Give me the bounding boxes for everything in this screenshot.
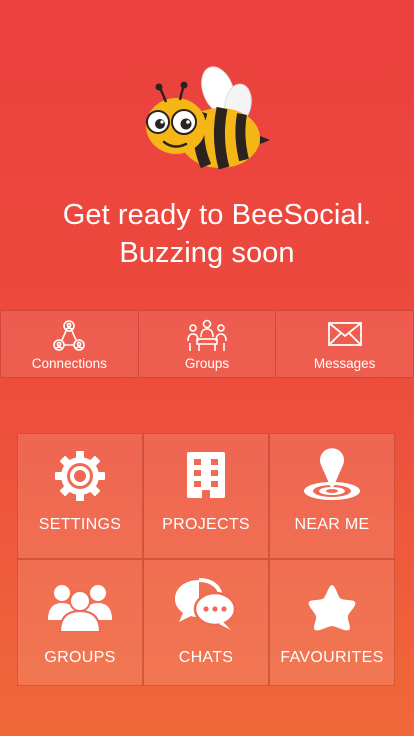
location-pin-icon: [304, 448, 360, 500]
near-me-tile[interactable]: NEAR ME: [269, 433, 395, 559]
headline-line-2: Buzzing soon: [119, 237, 295, 269]
groups-button[interactable]: Groups: [138, 310, 277, 378]
favourites-label: FAVOURITES: [280, 649, 384, 666]
connections-icon: [53, 320, 86, 351]
settings-label: SETTINGS: [38, 516, 122, 533]
groups-tile[interactable]: GROUPS: [17, 559, 143, 686]
headline: Get ready to BeeSocial. Buzzing soon: [0, 196, 414, 272]
groups-label: Groups: [184, 356, 230, 371]
main-menu-grid: SETTINGS PROJECTS NEAR ME GROUPS CHATS F…: [17, 433, 395, 686]
gear-icon: [55, 451, 105, 501]
projects-label: PROJECTS: [162, 516, 250, 533]
messages-label: Messages: [313, 356, 376, 371]
connections-label: Connections: [31, 356, 107, 371]
favourites-tile[interactable]: FAVOURITES: [269, 559, 395, 686]
chat-bubbles-icon: [175, 578, 237, 630]
top-nav-bar: Connections Groups Messages: [0, 310, 414, 378]
groups-icon: [187, 319, 227, 351]
groups-tile-label: GROUPS: [44, 649, 116, 666]
near-me-label: NEAR ME: [294, 516, 370, 533]
projects-tile[interactable]: PROJECTS: [143, 433, 269, 559]
connections-button[interactable]: Connections: [0, 310, 139, 378]
star-icon: [308, 585, 356, 631]
envelope-icon: [327, 322, 362, 346]
bee-mascot-logo: [146, 66, 270, 170]
chats-label: CHATS: [178, 649, 234, 666]
chats-tile[interactable]: CHATS: [143, 559, 269, 686]
building-icon: [187, 452, 225, 498]
people-icon: [48, 585, 112, 632]
headline-line-1: Get ready to BeeSocial.: [62, 199, 372, 231]
messages-button[interactable]: Messages: [276, 310, 414, 378]
settings-tile[interactable]: SETTINGS: [17, 433, 143, 559]
